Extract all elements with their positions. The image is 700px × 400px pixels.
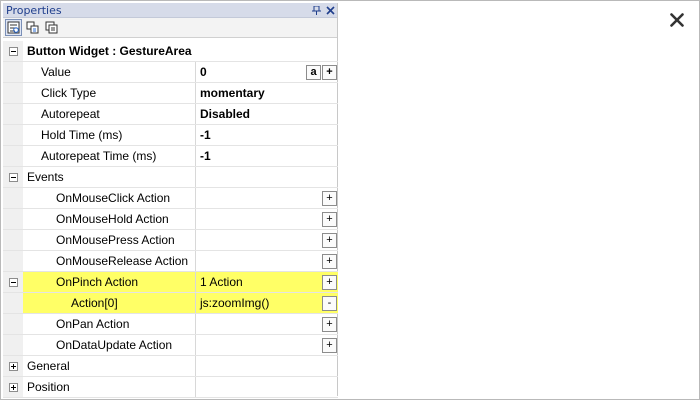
property-grid: Button Widget : GestureArea Value 0 a + … bbox=[3, 41, 338, 398]
property-row-autorepeat-time[interactable]: Autorepeat Time (ms) -1 bbox=[3, 146, 338, 167]
property-value[interactable]: -1 bbox=[196, 146, 338, 166]
property-row-value[interactable]: Value 0 a + bbox=[3, 62, 338, 83]
add-action-button[interactable]: + bbox=[322, 254, 337, 269]
alphabetical-view-icon[interactable] bbox=[24, 19, 41, 36]
event-row-onmousepress[interactable]: OnMousePress Action + bbox=[3, 230, 338, 251]
property-row-autorepeat[interactable]: Autorepeat Disabled bbox=[3, 104, 338, 125]
expand-icon[interactable] bbox=[8, 382, 18, 392]
panel-title: Properties bbox=[6, 3, 62, 17]
panel-toolbar bbox=[3, 18, 337, 38]
event-value[interactable]: + bbox=[196, 188, 338, 208]
property-row-click-type[interactable]: Click Type momentary bbox=[3, 83, 338, 104]
widget-header-label: Button Widget : GestureArea bbox=[27, 44, 192, 58]
properties-panel: Properties Button Widget : GestureArea V… bbox=[3, 3, 338, 398]
event-row-onmouseclick[interactable]: OnMouseClick Action + bbox=[3, 188, 338, 209]
event-name: OnPinch Action bbox=[23, 272, 196, 292]
collapse-icon[interactable] bbox=[8, 46, 18, 56]
add-action-button[interactable]: + bbox=[322, 317, 337, 332]
category-label: Events bbox=[23, 167, 196, 187]
category-general[interactable]: General bbox=[3, 356, 338, 377]
add-action-button[interactable]: + bbox=[322, 212, 337, 227]
a-button[interactable]: a bbox=[306, 65, 321, 80]
pin-icon[interactable] bbox=[309, 3, 323, 17]
property-name: Hold Time (ms) bbox=[23, 125, 196, 145]
add-action-button[interactable]: + bbox=[322, 338, 337, 353]
event-value[interactable]: + bbox=[196, 209, 338, 229]
event-name: OnDataUpdate Action bbox=[23, 335, 196, 355]
category-label: Position bbox=[23, 377, 196, 397]
panel-close-icon[interactable] bbox=[323, 3, 337, 17]
property-row-hold-time[interactable]: Hold Time (ms) -1 bbox=[3, 125, 338, 146]
event-value[interactable]: + bbox=[196, 335, 338, 355]
category-position[interactable]: Position bbox=[3, 377, 338, 398]
property-value[interactable]: -1 bbox=[196, 125, 338, 145]
property-value[interactable]: 0 a + bbox=[196, 62, 338, 82]
collapse-icon[interactable] bbox=[8, 277, 18, 287]
event-row-onpan[interactable]: OnPan Action + bbox=[3, 314, 338, 335]
property-name: Autorepeat bbox=[23, 104, 196, 124]
remove-action-button[interactable]: - bbox=[322, 296, 337, 311]
event-value[interactable]: + bbox=[196, 314, 338, 334]
category-label: General bbox=[23, 356, 196, 376]
grid-header-row: Button Widget : GestureArea bbox=[3, 41, 338, 62]
property-pages-icon[interactable] bbox=[43, 19, 60, 36]
property-name: Value bbox=[23, 62, 196, 82]
event-row-onpinch[interactable]: OnPinch Action 1 Action + bbox=[3, 272, 338, 293]
event-row-onmouserelease[interactable]: OnMouseRelease Action + bbox=[3, 251, 338, 272]
collapse-icon[interactable] bbox=[8, 172, 18, 182]
expand-icon[interactable] bbox=[8, 361, 18, 371]
close-icon[interactable] bbox=[667, 10, 687, 30]
panel-titlebar: Properties bbox=[3, 3, 337, 18]
event-name: OnMouseClick Action bbox=[23, 188, 196, 208]
property-name: Click Type bbox=[23, 83, 196, 103]
event-row-onmousehold[interactable]: OnMouseHold Action + bbox=[3, 209, 338, 230]
event-value[interactable]: + bbox=[196, 230, 338, 250]
action-name: Action[0] bbox=[23, 293, 196, 313]
property-name: Autorepeat Time (ms) bbox=[23, 146, 196, 166]
event-value[interactable]: + bbox=[196, 251, 338, 271]
category-events[interactable]: Events bbox=[3, 167, 338, 188]
categorized-view-icon[interactable] bbox=[5, 19, 22, 36]
event-name: OnMousePress Action bbox=[23, 230, 196, 250]
add-action-button[interactable]: + bbox=[322, 233, 337, 248]
value-add-button[interactable]: + bbox=[322, 65, 337, 80]
action-value[interactable]: js:zoomImg() - bbox=[196, 293, 338, 313]
add-action-button[interactable]: + bbox=[322, 275, 337, 290]
property-value[interactable]: momentary bbox=[196, 83, 338, 103]
event-name: OnMouseRelease Action bbox=[23, 251, 196, 271]
event-name: OnPan Action bbox=[23, 314, 196, 334]
action-row-0[interactable]: Action[0] js:zoomImg() - bbox=[3, 293, 338, 314]
event-name: OnMouseHold Action bbox=[23, 209, 196, 229]
property-value[interactable]: Disabled bbox=[196, 104, 338, 124]
add-action-button[interactable]: + bbox=[322, 191, 337, 206]
event-row-ondataupdate[interactable]: OnDataUpdate Action + bbox=[3, 335, 338, 356]
event-value[interactable]: 1 Action + bbox=[196, 272, 338, 292]
